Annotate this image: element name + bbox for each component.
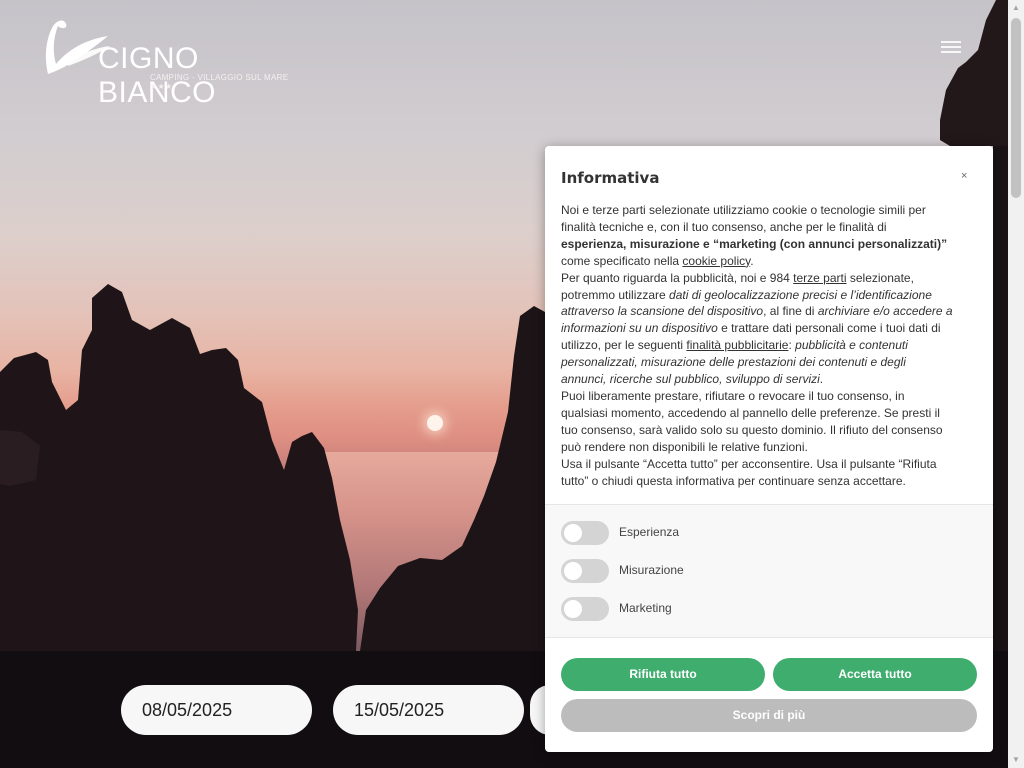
- hamburger-menu-icon[interactable]: [941, 38, 961, 56]
- pref-esperienza: Esperienza: [561, 521, 861, 545]
- toggle-knob: [564, 600, 582, 618]
- consent-paragraph-1: Noi e terze parti selezionate utilizziam…: [561, 202, 953, 270]
- consent-paragraph-4: Usa il pulsante “Accetta tutto” per acco…: [561, 456, 937, 488]
- text: Per quanto riguarda la pubblicità, noi e…: [561, 270, 794, 285]
- pref-marketing: Marketing: [561, 597, 861, 621]
- pref-label: Marketing: [619, 601, 672, 615]
- accept-all-button[interactable]: Accetta tutto: [773, 658, 977, 691]
- scroll-up-icon[interactable]: ▲: [1008, 0, 1024, 16]
- checkout-date-field[interactable]: 15/05/2025: [333, 685, 524, 735]
- preferences-panel: Esperienza Misurazione Marketing: [545, 504, 993, 638]
- marketing-toggle[interactable]: [561, 597, 609, 621]
- reject-all-button[interactable]: Rifiuta tutto: [561, 658, 765, 691]
- site-logo[interactable]: CIGNO BIANCO CAMPING - VILLAGGIO SUL MAR…: [38, 16, 300, 109]
- scroll-down-icon[interactable]: ▼: [1008, 752, 1024, 768]
- text: , al fine di: [763, 304, 818, 319]
- esperienza-toggle[interactable]: [561, 521, 609, 545]
- text: come specificato nella: [561, 253, 683, 268]
- toggle-knob: [564, 524, 582, 542]
- pref-label: Esperienza: [619, 525, 680, 539]
- scrollbar-thumb[interactable]: [1011, 18, 1021, 198]
- consent-paragraph-3: Puoi liberamente prestare, rifiutare o r…: [561, 388, 943, 454]
- purposes-bold: esperienza, misurazione e “marketing (co…: [561, 236, 948, 251]
- text: .: [819, 372, 824, 387]
- text: .: [750, 253, 754, 268]
- cookie-policy-link[interactable]: cookie policy: [682, 254, 750, 268]
- close-icon[interactable]: ×: [961, 170, 967, 182]
- checkin-date-field[interactable]: 08/05/2025: [121, 685, 312, 735]
- learn-more-button[interactable]: Scopri di più: [561, 699, 977, 732]
- toggle-knob: [564, 562, 582, 580]
- brand-subtitle: CAMPING - VILLAGGIO SUL MARE ★★★: [150, 73, 289, 91]
- dialog-body: Noi e terze parti selezionate utilizziam…: [561, 202, 953, 489]
- cookie-consent-dialog: Informativa × Noi e terze parti selezion…: [545, 146, 993, 752]
- third-parties-link[interactable]: terze parti: [793, 271, 846, 285]
- pref-label: Misurazione: [619, 563, 684, 577]
- consent-paragraph-2: Per quanto riguarda la pubblicità, noi e…: [561, 270, 953, 388]
- page-scrollbar[interactable]: ▲ ▼: [1008, 0, 1024, 768]
- advertising-purposes-link[interactable]: finalità pubblicitarie: [686, 338, 788, 352]
- misurazione-toggle[interactable]: [561, 559, 609, 583]
- dialog-title: Informativa: [561, 169, 660, 187]
- text: Noi e terze parti selezionate utilizziam…: [561, 203, 926, 234]
- pref-misurazione: Misurazione: [561, 559, 861, 583]
